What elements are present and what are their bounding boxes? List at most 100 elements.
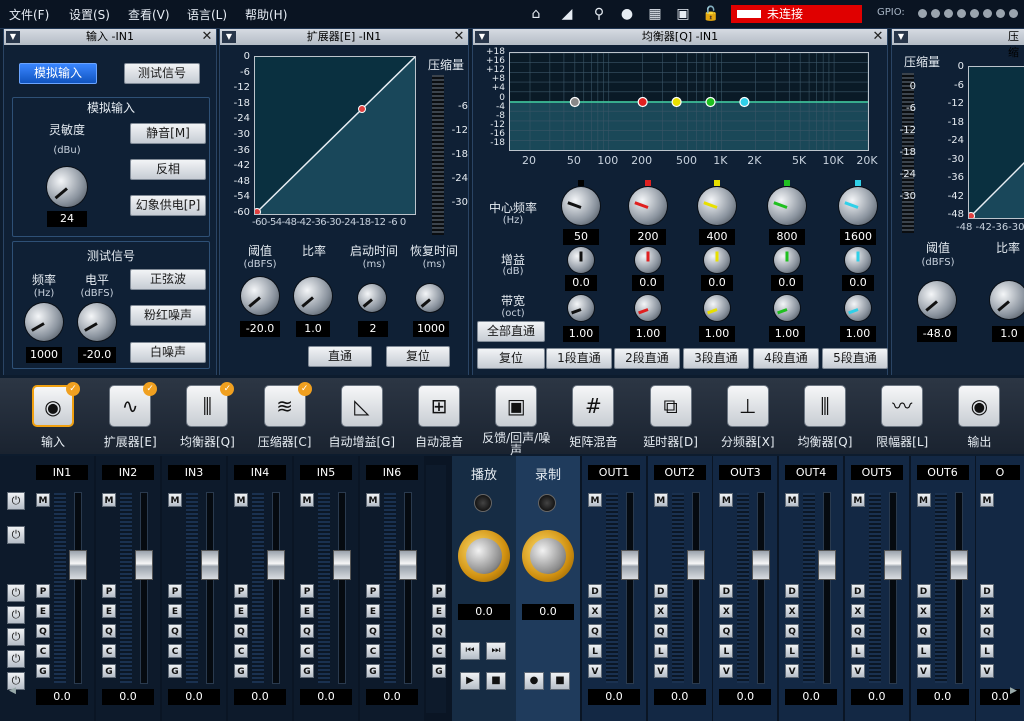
fader-handle[interactable] — [949, 550, 968, 580]
close-icon[interactable]: ✕ — [871, 30, 885, 44]
module-limiter[interactable]: 〰限幅器[L] — [865, 382, 939, 452]
mute-button[interactable]: M — [234, 493, 248, 507]
fader-track[interactable] — [338, 492, 346, 684]
stop-icon[interactable]: ■ — [550, 672, 570, 690]
channel-button[interactable]: C — [102, 644, 116, 658]
gain-value[interactable]: 0.0 — [565, 275, 597, 291]
close-icon[interactable]: ✕ — [452, 30, 466, 44]
gain-knob[interactable] — [704, 247, 730, 273]
menu-file[interactable]: 文件(F) — [9, 6, 49, 23]
channel-button[interactable]: Q — [653, 624, 668, 638]
fader-handle[interactable] — [69, 550, 87, 580]
mute-button[interactable]: M — [366, 493, 380, 507]
fader-track[interactable] — [626, 492, 634, 684]
power-icon[interactable]: ⏻ — [7, 650, 25, 668]
mute-button[interactable]: M — [653, 493, 668, 507]
frequency-knob[interactable] — [25, 303, 63, 341]
ratio-knob[interactable] — [294, 277, 332, 315]
power-icon[interactable]: ⏻ — [7, 584, 25, 602]
center-freq-knob[interactable] — [562, 187, 600, 225]
sensitivity-value[interactable]: 24 — [47, 211, 87, 227]
module-chip[interactable]: ▣ 反馈/回声/噪声 — [479, 382, 553, 456]
band2-bypass-button[interactable]: 2段直通 — [614, 348, 680, 369]
power-icon[interactable]: ⏻ — [7, 628, 25, 646]
channel-value[interactable]: 0.0 — [916, 689, 969, 705]
center-freq-value[interactable]: 200 — [630, 229, 666, 245]
channel-button[interactable]: E — [234, 604, 248, 618]
bandwidth-knob[interactable] — [704, 295, 730, 321]
channel-button[interactable]: L — [916, 644, 931, 658]
power-icon[interactable]: ⏻ — [7, 606, 25, 624]
bandwidth-value[interactable]: 1.00 — [769, 326, 805, 342]
channel-value[interactable]: 0.0 — [102, 689, 154, 705]
channel-button[interactable]: D — [588, 584, 602, 598]
home-icon[interactable]: ⌂ — [527, 5, 545, 23]
channel-button[interactable]: D — [916, 584, 931, 598]
mute-button[interactable]: M — [588, 493, 602, 507]
module-eq[interactable]: ⫼ 均衡器[Q] — [788, 382, 862, 452]
stop-icon[interactable]: ■ — [486, 672, 506, 690]
fader-handle[interactable] — [135, 550, 153, 580]
channel-button[interactable]: P — [432, 584, 446, 598]
channel-button[interactable]: V — [850, 664, 865, 678]
channel-button[interactable]: E — [36, 604, 50, 618]
channel-button[interactable]: X — [785, 604, 800, 618]
channel-button[interactable]: D — [719, 584, 734, 598]
channel-button[interactable]: L — [588, 644, 602, 658]
fader-handle[interactable] — [621, 550, 639, 580]
channel-button[interactable]: L — [785, 644, 800, 658]
fader-track[interactable] — [404, 492, 412, 684]
attack-value[interactable]: 2 — [358, 321, 388, 337]
release-value[interactable]: 1000 — [413, 321, 449, 337]
channel-button[interactable]: Q — [36, 624, 50, 638]
fader-track[interactable] — [140, 492, 148, 684]
channel-button[interactable]: G — [36, 664, 50, 678]
invert-button[interactable]: 反相 — [130, 159, 206, 180]
channel-button[interactable]: C — [300, 644, 314, 658]
threshold-value[interactable]: -20.0 — [240, 321, 280, 337]
fader-track[interactable] — [74, 492, 82, 684]
channel-button[interactable]: V — [785, 664, 800, 678]
play-icon[interactable]: ▶ — [460, 672, 480, 690]
analog-input-button[interactable]: 模拟输入 — [19, 63, 97, 84]
level-value[interactable]: -20.0 — [78, 347, 116, 363]
band4-bypass-button[interactable]: 4段直通 — [753, 348, 819, 369]
channel-button[interactable]: E — [432, 604, 446, 618]
bandwidth-knob[interactable] — [845, 295, 871, 321]
fader-track[interactable] — [206, 492, 214, 684]
channel-button[interactable]: L — [980, 644, 994, 658]
mute-button[interactable]: M — [102, 493, 116, 507]
channel-value[interactable]: 0.0 — [168, 689, 220, 705]
bandwidth-value[interactable]: 1.00 — [699, 326, 735, 342]
channel-button[interactable]: P — [36, 584, 50, 598]
menu-settings[interactable]: 设置(S) — [69, 6, 110, 23]
fader-track[interactable] — [691, 492, 700, 684]
band3-bypass-button[interactable]: 3段直通 — [683, 348, 749, 369]
menu-help[interactable]: 帮助(H) — [245, 6, 287, 23]
channel-value[interactable]: 0.0 — [36, 689, 88, 705]
channel-button[interactable]: G — [234, 664, 248, 678]
channel-button[interactable]: Q — [719, 624, 734, 638]
channel-value[interactable]: 0.0 — [850, 689, 903, 705]
fader-track[interactable] — [823, 492, 832, 684]
threshold-knob[interactable] — [241, 277, 279, 315]
mute-button[interactable]: M — [980, 493, 994, 507]
scroll-left-icon[interactable]: ◀ — [9, 686, 21, 698]
channel-button[interactable]: X — [653, 604, 668, 618]
sensitivity-knob[interactable] — [47, 167, 87, 207]
power-icon[interactable]: ⏻ — [7, 492, 25, 510]
release-knob[interactable] — [416, 284, 444, 312]
channel-button[interactable]: G — [432, 664, 446, 678]
ratio-value[interactable]: 1.0 — [296, 321, 330, 337]
channel-button[interactable]: V — [980, 664, 994, 678]
play-value[interactable]: 0.0 — [458, 604, 510, 620]
module-comp[interactable]: ≋ ✓ 压缩器[C] — [248, 382, 322, 452]
bandwidth-value[interactable]: 1.00 — [563, 326, 599, 342]
channel-button[interactable]: X — [850, 604, 865, 618]
fader-handle[interactable] — [818, 550, 837, 580]
fader-handle[interactable] — [333, 550, 351, 580]
channel-button[interactable]: Q — [366, 624, 380, 638]
menu-language[interactable]: 语言(L) — [187, 6, 227, 23]
channel-button[interactable]: Q — [850, 624, 865, 638]
mute-button[interactable]: 静音[M] — [130, 123, 206, 144]
